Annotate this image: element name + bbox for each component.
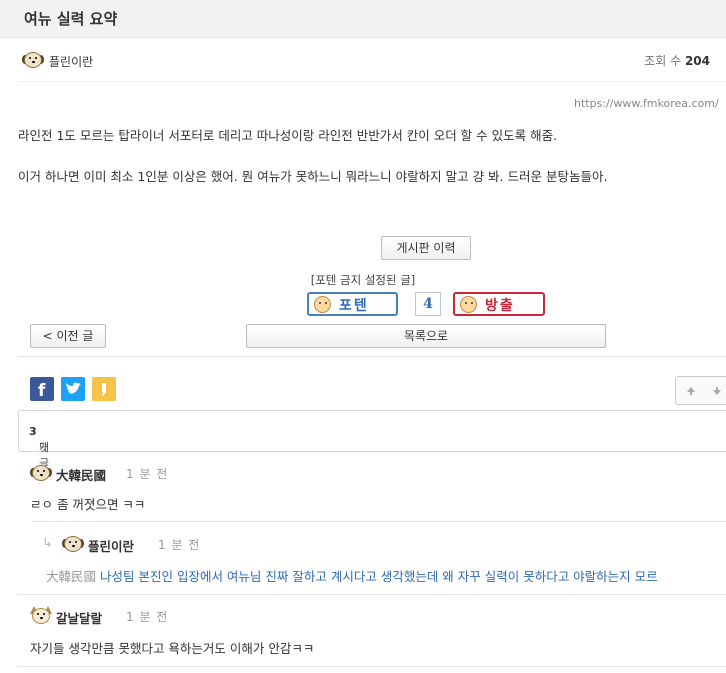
arrow-down-icon[interactable] bbox=[710, 384, 724, 398]
divider bbox=[18, 594, 726, 595]
downvote-label: 방출 bbox=[485, 298, 515, 314]
upvote-button[interactable]: 포텐 bbox=[307, 292, 398, 316]
board-history-button[interactable]: 게시판 이력 bbox=[381, 236, 471, 260]
view-count: 조회 수 204 bbox=[644, 52, 710, 69]
comment-text: 자기들 생각만큼 못했다고 욕하는거도 이해가 안감ㅋㅋ bbox=[30, 641, 315, 656]
comment-time: 1 분 전 bbox=[158, 538, 201, 552]
comment-author[interactable]: 갈날달랄 bbox=[56, 608, 102, 627]
post-title: 여뉴 실력 요약 bbox=[24, 10, 118, 28]
post-author[interactable]: 플린이란 bbox=[49, 53, 93, 70]
restricted-notice: [포텐 금지 설정된 글] bbox=[310, 273, 416, 287]
divider bbox=[32, 521, 726, 522]
divider bbox=[18, 356, 726, 357]
post-paragraph: 라인전 1도 모르는 탑라이너 서포터로 데리고 따나성이랑 라인전 반반가서 … bbox=[18, 128, 558, 143]
source-url[interactable]: https://www.fmkorea.com/ bbox=[574, 97, 719, 110]
comment-text: 나성팀 본진인 입장에서 여뉴님 진짜 잘하고 계시다고 생각했는데 왜 자꾸 … bbox=[100, 569, 658, 584]
dog-avatar-icon bbox=[30, 464, 52, 482]
vote-count: 4 bbox=[415, 292, 441, 316]
comment-time: 1 분 전 bbox=[126, 610, 169, 624]
kakaostory-icon bbox=[102, 383, 106, 396]
facebook-icon: f bbox=[38, 381, 46, 401]
twitter-icon bbox=[66, 382, 81, 394]
arrow-up-icon[interactable] bbox=[684, 384, 698, 398]
comment-header: 플린이란 1 분 전 bbox=[62, 535, 362, 555]
svg-text:f: f bbox=[38, 381, 46, 401]
angry-face-icon bbox=[460, 296, 477, 313]
scroll-arrows[interactable] bbox=[675, 376, 726, 405]
comment-time: 1 분 전 bbox=[126, 467, 169, 481]
reply-comment-text: 大韓民國 나성팀 본진인 입장에서 여뉴님 진짜 잘하고 계시다고 생각했는데 … bbox=[46, 566, 658, 585]
dog-avatar-icon bbox=[22, 51, 44, 69]
downvote-button[interactable]: 방출 bbox=[453, 292, 545, 316]
comment-author[interactable]: 大韓民國 bbox=[56, 465, 106, 484]
post-title-bar: 여뉴 실력 요약 bbox=[0, 0, 726, 38]
dog-avatar-icon bbox=[62, 535, 84, 553]
divider bbox=[18, 666, 726, 667]
list-button[interactable]: 목록으로 bbox=[246, 324, 606, 348]
prev-post-button[interactable]: < 이전 글 bbox=[30, 324, 106, 348]
kakaostory-share-button[interactable] bbox=[92, 377, 116, 401]
facebook-share-button[interactable]: f bbox=[30, 377, 54, 401]
fox-avatar-icon bbox=[30, 606, 52, 625]
comment-count: 댓글 3 개 bbox=[29, 425, 50, 470]
comment-text: ㄹㅇ 좀 꺼졋으면 ㅋㅋ bbox=[30, 497, 146, 512]
post-paragraph: 이거 하나면 이미 최소 1인분 이상은 했어. 뭔 여뉴가 못하느니 뭐라느니… bbox=[18, 169, 608, 184]
upvote-label: 포텐 bbox=[339, 298, 369, 314]
comment-count-box: 댓글 3 개 bbox=[18, 410, 726, 470]
thumbs-up-face-icon bbox=[314, 296, 331, 313]
twitter-share-button[interactable] bbox=[61, 377, 85, 401]
comment-author[interactable]: 플린이란 bbox=[88, 536, 134, 555]
post-meta-row: 플린이란 조회 수 204 bbox=[18, 40, 726, 82]
comment-header: 大韓民國 1 분 전 bbox=[30, 464, 330, 484]
comment-header: 갈날달랄 1 분 전 bbox=[30, 606, 330, 627]
view-count-value: 204 bbox=[684, 54, 710, 68]
reply-arrow-icon: ↳ bbox=[42, 536, 53, 551]
view-count-label: 조회 수 bbox=[644, 54, 682, 68]
reply-to-author[interactable]: 大韓民國 bbox=[46, 569, 96, 584]
